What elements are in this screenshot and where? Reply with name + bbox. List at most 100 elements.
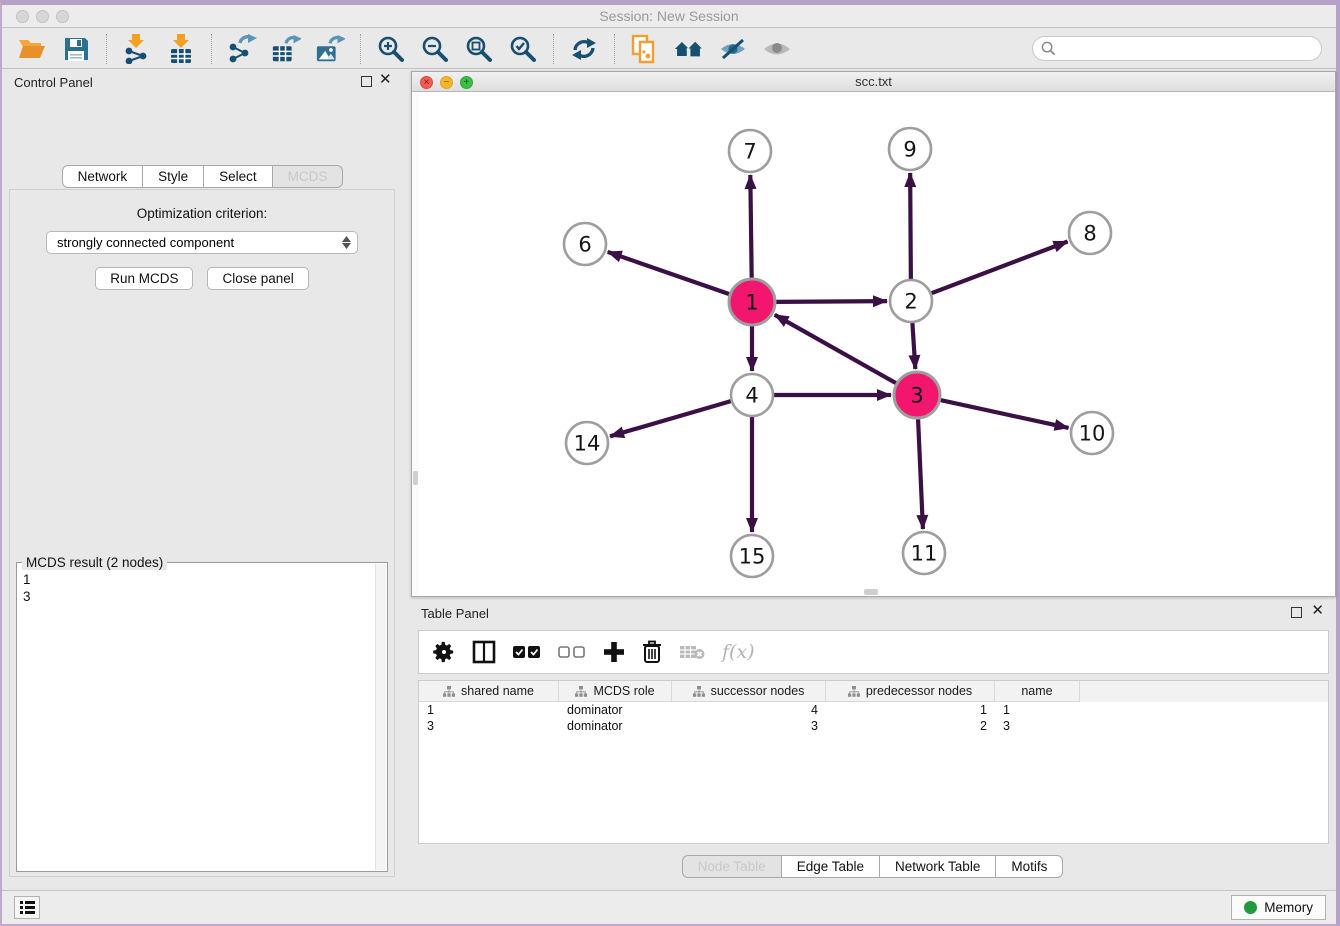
zoom-fit-icon[interactable] xyxy=(464,34,494,64)
column-type-icon xyxy=(575,686,587,697)
copy-network-icon[interactable] xyxy=(630,34,660,64)
horizontal-scrollbar[interactable] xyxy=(864,589,878,595)
memory-button[interactable]: Memory xyxy=(1231,895,1326,920)
save-session-icon[interactable] xyxy=(61,34,91,64)
application-window: Session: New Session xyxy=(0,0,1340,926)
column-header-predecessor-nodes[interactable]: predecessor nodes xyxy=(826,681,995,702)
home-icon[interactable] xyxy=(674,34,704,64)
column-header-name[interactable]: name xyxy=(995,681,1080,702)
automation-panel-icon[interactable] xyxy=(14,896,40,919)
show-eye-icon[interactable] xyxy=(762,34,792,64)
table-panel: Table Panel ✕ xyxy=(409,600,1336,890)
zoom-out-icon[interactable] xyxy=(420,34,450,64)
tab-select[interactable]: Select xyxy=(204,165,273,188)
edge-3-1[interactable] xyxy=(775,315,896,383)
table-header-row: shared nameMCDS rolesuccessor nodesprede… xyxy=(419,681,1328,702)
edge-2-9[interactable] xyxy=(910,173,911,279)
node-4[interactable]: 4 xyxy=(731,374,773,416)
node-15[interactable]: 15 xyxy=(731,535,773,577)
table-panel-title: Table Panel xyxy=(421,606,489,621)
tab-motifs[interactable]: Motifs xyxy=(996,855,1063,878)
edge-3-10[interactable] xyxy=(940,400,1068,428)
network-graph[interactable]: 7 9 6 8 1 2 4 3 14 10 15 11 xyxy=(412,93,1335,596)
tab-edge-table[interactable]: Edge Table xyxy=(782,855,880,878)
node-9[interactable]: 9 xyxy=(889,128,931,170)
optimization-criterion-label: Optimization criterion: xyxy=(10,206,394,221)
select-all-checkboxes-icon[interactable] xyxy=(513,637,541,667)
node-14[interactable]: 14 xyxy=(566,422,608,464)
svg-text:15: 15 xyxy=(739,545,766,569)
column-header-shared-name[interactable]: shared name xyxy=(419,681,559,702)
optimization-criterion-select[interactable]: strongly connected component xyxy=(46,231,358,254)
tab-network-table[interactable]: Network Table xyxy=(880,855,996,878)
column-layout-icon[interactable] xyxy=(472,637,496,667)
table-row[interactable]: 1dominator411 xyxy=(419,702,1328,718)
network-canvas[interactable]: 7 9 6 8 1 2 4 3 14 10 15 11 xyxy=(412,93,1335,596)
vertical-scrollbar[interactable] xyxy=(412,93,419,596)
main-toolbar xyxy=(2,29,1336,69)
refresh-layout-icon[interactable] xyxy=(569,34,599,64)
node-6[interactable]: 6 xyxy=(564,223,606,265)
edge-2-8[interactable] xyxy=(932,242,1068,294)
svg-text:7: 7 xyxy=(743,140,756,164)
delete-table-icon[interactable] xyxy=(679,637,705,667)
edge-2-3[interactable] xyxy=(912,323,915,369)
svg-text:3: 3 xyxy=(910,384,923,408)
svg-text:6: 6 xyxy=(578,233,591,257)
add-column-icon[interactable] xyxy=(603,637,625,667)
export-image-icon[interactable] xyxy=(315,34,345,64)
memory-label: Memory xyxy=(1264,900,1313,915)
close-panel-button[interactable]: Close panel xyxy=(207,267,308,290)
function-builder-icon[interactable]: f(x) xyxy=(722,637,755,667)
tab-node-table[interactable]: Node Table xyxy=(682,855,782,878)
close-panel-icon[interactable]: ✕ xyxy=(379,72,392,88)
node-10[interactable]: 10 xyxy=(1071,412,1113,454)
column-header-MCDS-role[interactable]: MCDS role xyxy=(559,681,672,702)
network-window-titlebar[interactable]: × − + scc.txt xyxy=(412,72,1335,92)
edge-4-14[interactable] xyxy=(610,401,731,436)
node-table[interactable]: shared nameMCDS rolesuccessor nodesprede… xyxy=(418,680,1329,844)
edge-3-11[interactable] xyxy=(918,419,923,529)
svg-text:4: 4 xyxy=(745,384,758,408)
open-session-icon[interactable] xyxy=(17,34,47,64)
settings-gear-icon[interactable] xyxy=(433,637,455,667)
node-2[interactable]: 2 xyxy=(890,280,932,322)
edge-1-7[interactable] xyxy=(750,175,751,278)
tab-mcds[interactable]: MCDS xyxy=(273,165,344,188)
import-table-icon[interactable] xyxy=(166,34,196,64)
tab-network[interactable]: Network xyxy=(62,165,144,188)
edge-1-6[interactable] xyxy=(608,252,730,294)
edge-1-2[interactable] xyxy=(776,301,887,302)
column-type-icon xyxy=(693,686,705,697)
control-panel-tabs: NetworkStyleSelectMCDS xyxy=(2,165,403,188)
mcds-result-text[interactable]: 1 3 xyxy=(23,571,373,869)
window-title: Session: New Session xyxy=(2,8,1336,24)
node-1[interactable]: 1 xyxy=(729,279,775,325)
select-stepper-icon xyxy=(342,236,351,249)
tab-style[interactable]: Style xyxy=(143,165,204,188)
svg-text:14: 14 xyxy=(574,432,601,456)
node-11[interactable]: 11 xyxy=(903,532,945,574)
export-network-icon[interactable] xyxy=(227,34,257,64)
float-panel-icon[interactable] xyxy=(361,76,372,87)
deselect-checkboxes-icon[interactable] xyxy=(558,637,586,667)
zoom-selected-icon[interactable] xyxy=(508,34,538,64)
search-input[interactable] xyxy=(1056,41,1313,56)
delete-icon[interactable] xyxy=(642,637,662,667)
node-8[interactable]: 8 xyxy=(1069,212,1111,254)
table-toolbar: f(x) xyxy=(418,630,1329,674)
result-scrollbar[interactable] xyxy=(375,564,386,870)
svg-text:10: 10 xyxy=(1079,422,1106,446)
node-3[interactable]: 3 xyxy=(894,372,940,418)
close-table-panel-icon[interactable]: ✕ xyxy=(1311,603,1324,619)
export-table-icon[interactable] xyxy=(271,34,301,64)
search-box[interactable] xyxy=(1032,36,1322,61)
column-header-successor-nodes[interactable]: successor nodes xyxy=(672,681,826,702)
node-7[interactable]: 7 xyxy=(729,130,771,172)
zoom-in-icon[interactable] xyxy=(376,34,406,64)
run-mcds-button[interactable]: Run MCDS xyxy=(95,267,193,290)
hide-eye-icon[interactable] xyxy=(718,34,748,64)
float-table-panel-icon[interactable] xyxy=(1291,607,1302,618)
table-row[interactable]: 3dominator323 xyxy=(419,718,1328,734)
import-network-icon[interactable] xyxy=(122,34,152,64)
